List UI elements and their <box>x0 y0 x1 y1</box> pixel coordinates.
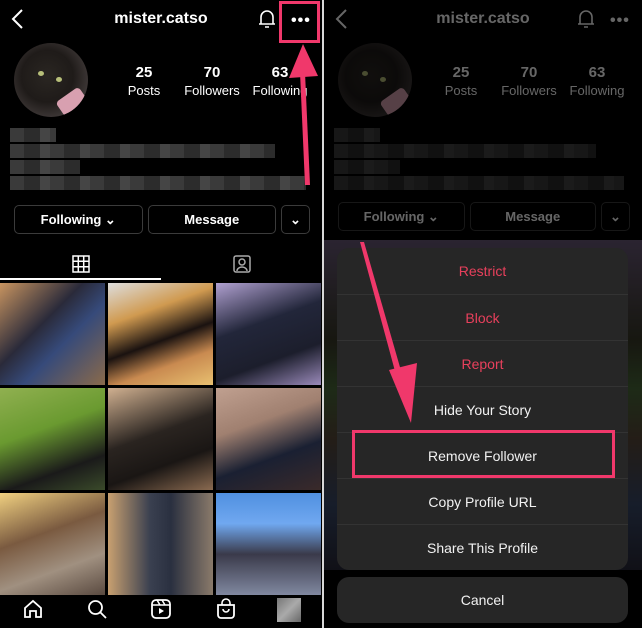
message-button[interactable]: Message <box>147 205 276 234</box>
highlight-box-remove-follower <box>352 430 615 478</box>
profile-icon[interactable] <box>277 598 301 622</box>
hide-your-story-option[interactable]: Hide Your Story <box>337 386 628 432</box>
post-thumbnail[interactable] <box>108 283 213 385</box>
following-label: Following <box>252 83 308 98</box>
restrict-option[interactable]: Restrict <box>337 248 628 294</box>
post-thumbnail[interactable] <box>0 493 105 595</box>
posts-label: Posts <box>127 83 161 98</box>
grid-icon[interactable] <box>71 254 91 274</box>
share-this-profile-option[interactable]: Share This Profile <box>337 524 628 570</box>
search-icon[interactable] <box>86 598 108 620</box>
post-thumbnail[interactable] <box>108 388 213 490</box>
post-thumbnail[interactable] <box>0 283 105 385</box>
profile-screen: mister.catso ••• 25 Posts 70 Followers 63 F… <box>0 0 322 628</box>
bell-icon[interactable] <box>257 8 277 30</box>
post-thumbnail[interactable] <box>216 283 321 385</box>
cancel-button[interactable]: Cancel <box>337 577 628 623</box>
block-option[interactable]: Block <box>337 294 628 340</box>
stat-following[interactable]: 63 Following <box>246 64 314 98</box>
followers-label: Followers <box>184 83 240 98</box>
home-icon[interactable] <box>22 598 44 620</box>
suggested-dropdown-button[interactable]: ⌄ <box>281 205 310 234</box>
posts-count: 25 <box>135 64 153 81</box>
profile-actions: Following ⌄ Message ⌄ <box>14 205 310 234</box>
shop-icon[interactable] <box>215 598 237 620</box>
action-sheet: Restrict Block Report Hide Your Story Re… <box>337 248 628 570</box>
post-thumbnail[interactable] <box>216 388 321 490</box>
stat-followers[interactable]: 70 Followers <box>178 64 246 98</box>
posts-grid <box>0 283 322 595</box>
profile-stats: 25 Posts 70 Followers 63 Following <box>110 64 322 98</box>
followers-count: 70 <box>203 64 221 81</box>
stat-posts[interactable]: 25 Posts <box>110 64 178 98</box>
profile-screen-with-menu: mister.catso ••• 25Posts 70Followers 63F… <box>324 0 642 628</box>
top-bar: mister.catso ••• <box>0 0 322 40</box>
highlight-box-more-options <box>279 1 320 43</box>
tagged-icon[interactable] <box>232 254 252 274</box>
copy-profile-url-option[interactable]: Copy Profile URL <box>337 478 628 524</box>
profile-tabs <box>0 250 322 280</box>
report-option[interactable]: Report <box>337 340 628 386</box>
reels-icon[interactable] <box>150 598 172 620</box>
blurred-bio <box>10 128 310 192</box>
post-thumbnail[interactable] <box>108 493 213 595</box>
following-button[interactable]: Following ⌄ <box>14 205 143 234</box>
following-count: 63 <box>271 64 289 81</box>
bottom-nav <box>0 592 322 628</box>
post-thumbnail[interactable] <box>216 493 321 595</box>
avatar[interactable] <box>14 43 88 117</box>
post-thumbnail[interactable] <box>0 388 105 490</box>
